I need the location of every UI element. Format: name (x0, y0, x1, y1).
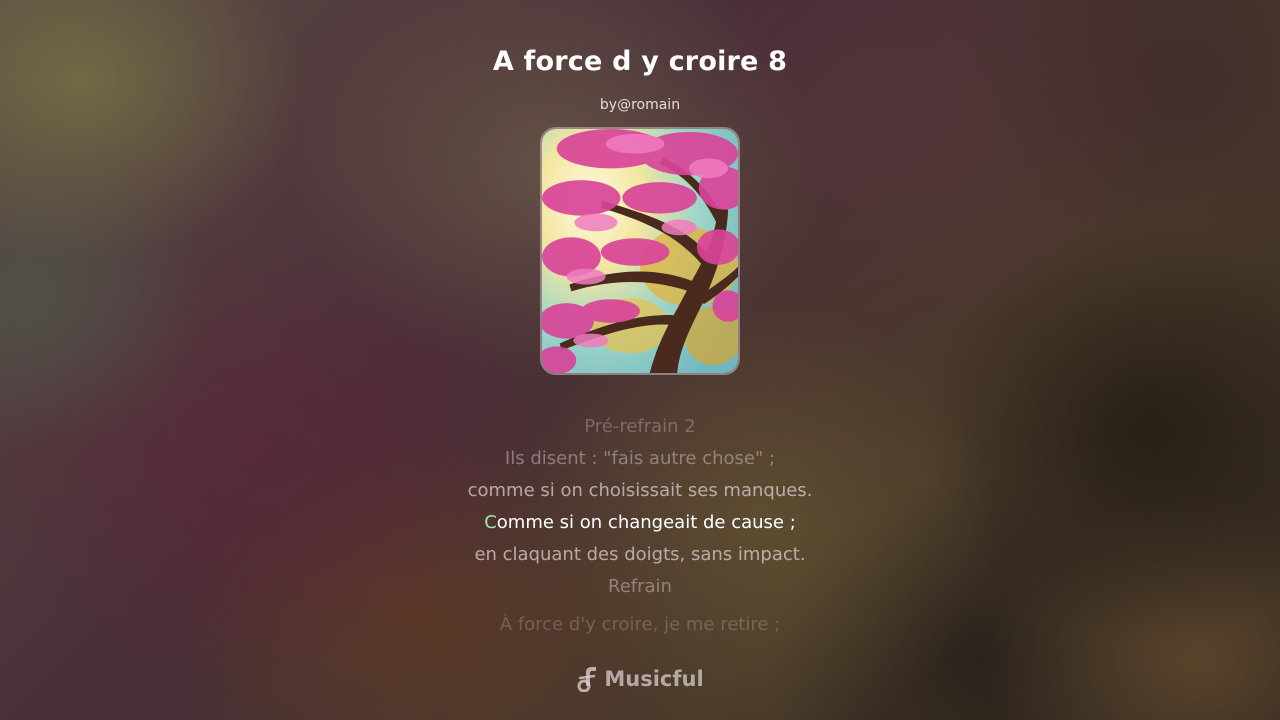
player-content: A force d y croire 8 by@romain Pré-refra… (0, 0, 1280, 720)
lyric-line: Refrain (608, 576, 672, 597)
current-highlight-char: C (484, 512, 497, 533)
music-note-icon (577, 667, 597, 692)
player-stage: A force d y croire 8 by@romain Pré-refra… (0, 0, 1280, 720)
song-title: A force d y croire 8 (492, 46, 788, 77)
lyrics-panel: Pré-refrain 2 Ils disent : "fais autre c… (468, 411, 813, 641)
lyric-line-current: Comme si on changeait de cause ; (484, 507, 796, 539)
song-author: by@romain (599, 97, 681, 113)
lyric-line: À force d'y croire, je me retire ; (499, 614, 781, 635)
current-line-text: omme si on changeait de cause ; (496, 512, 796, 533)
cherry-blossom-artwork (542, 129, 738, 373)
lyric-line: comme si on choisissait ses manques. (467, 480, 813, 501)
brand-name: Musicful (604, 667, 704, 691)
lyric-line: Pré-refrain 2 (584, 416, 696, 437)
brand-logo[interactable]: Musicful (0, 664, 1280, 694)
lyric-line: en claquant des doigts, sans impact. (474, 544, 806, 565)
lyric-line: Ils disent : "fais autre chose" ; (504, 448, 776, 469)
album-cover (540, 127, 740, 375)
